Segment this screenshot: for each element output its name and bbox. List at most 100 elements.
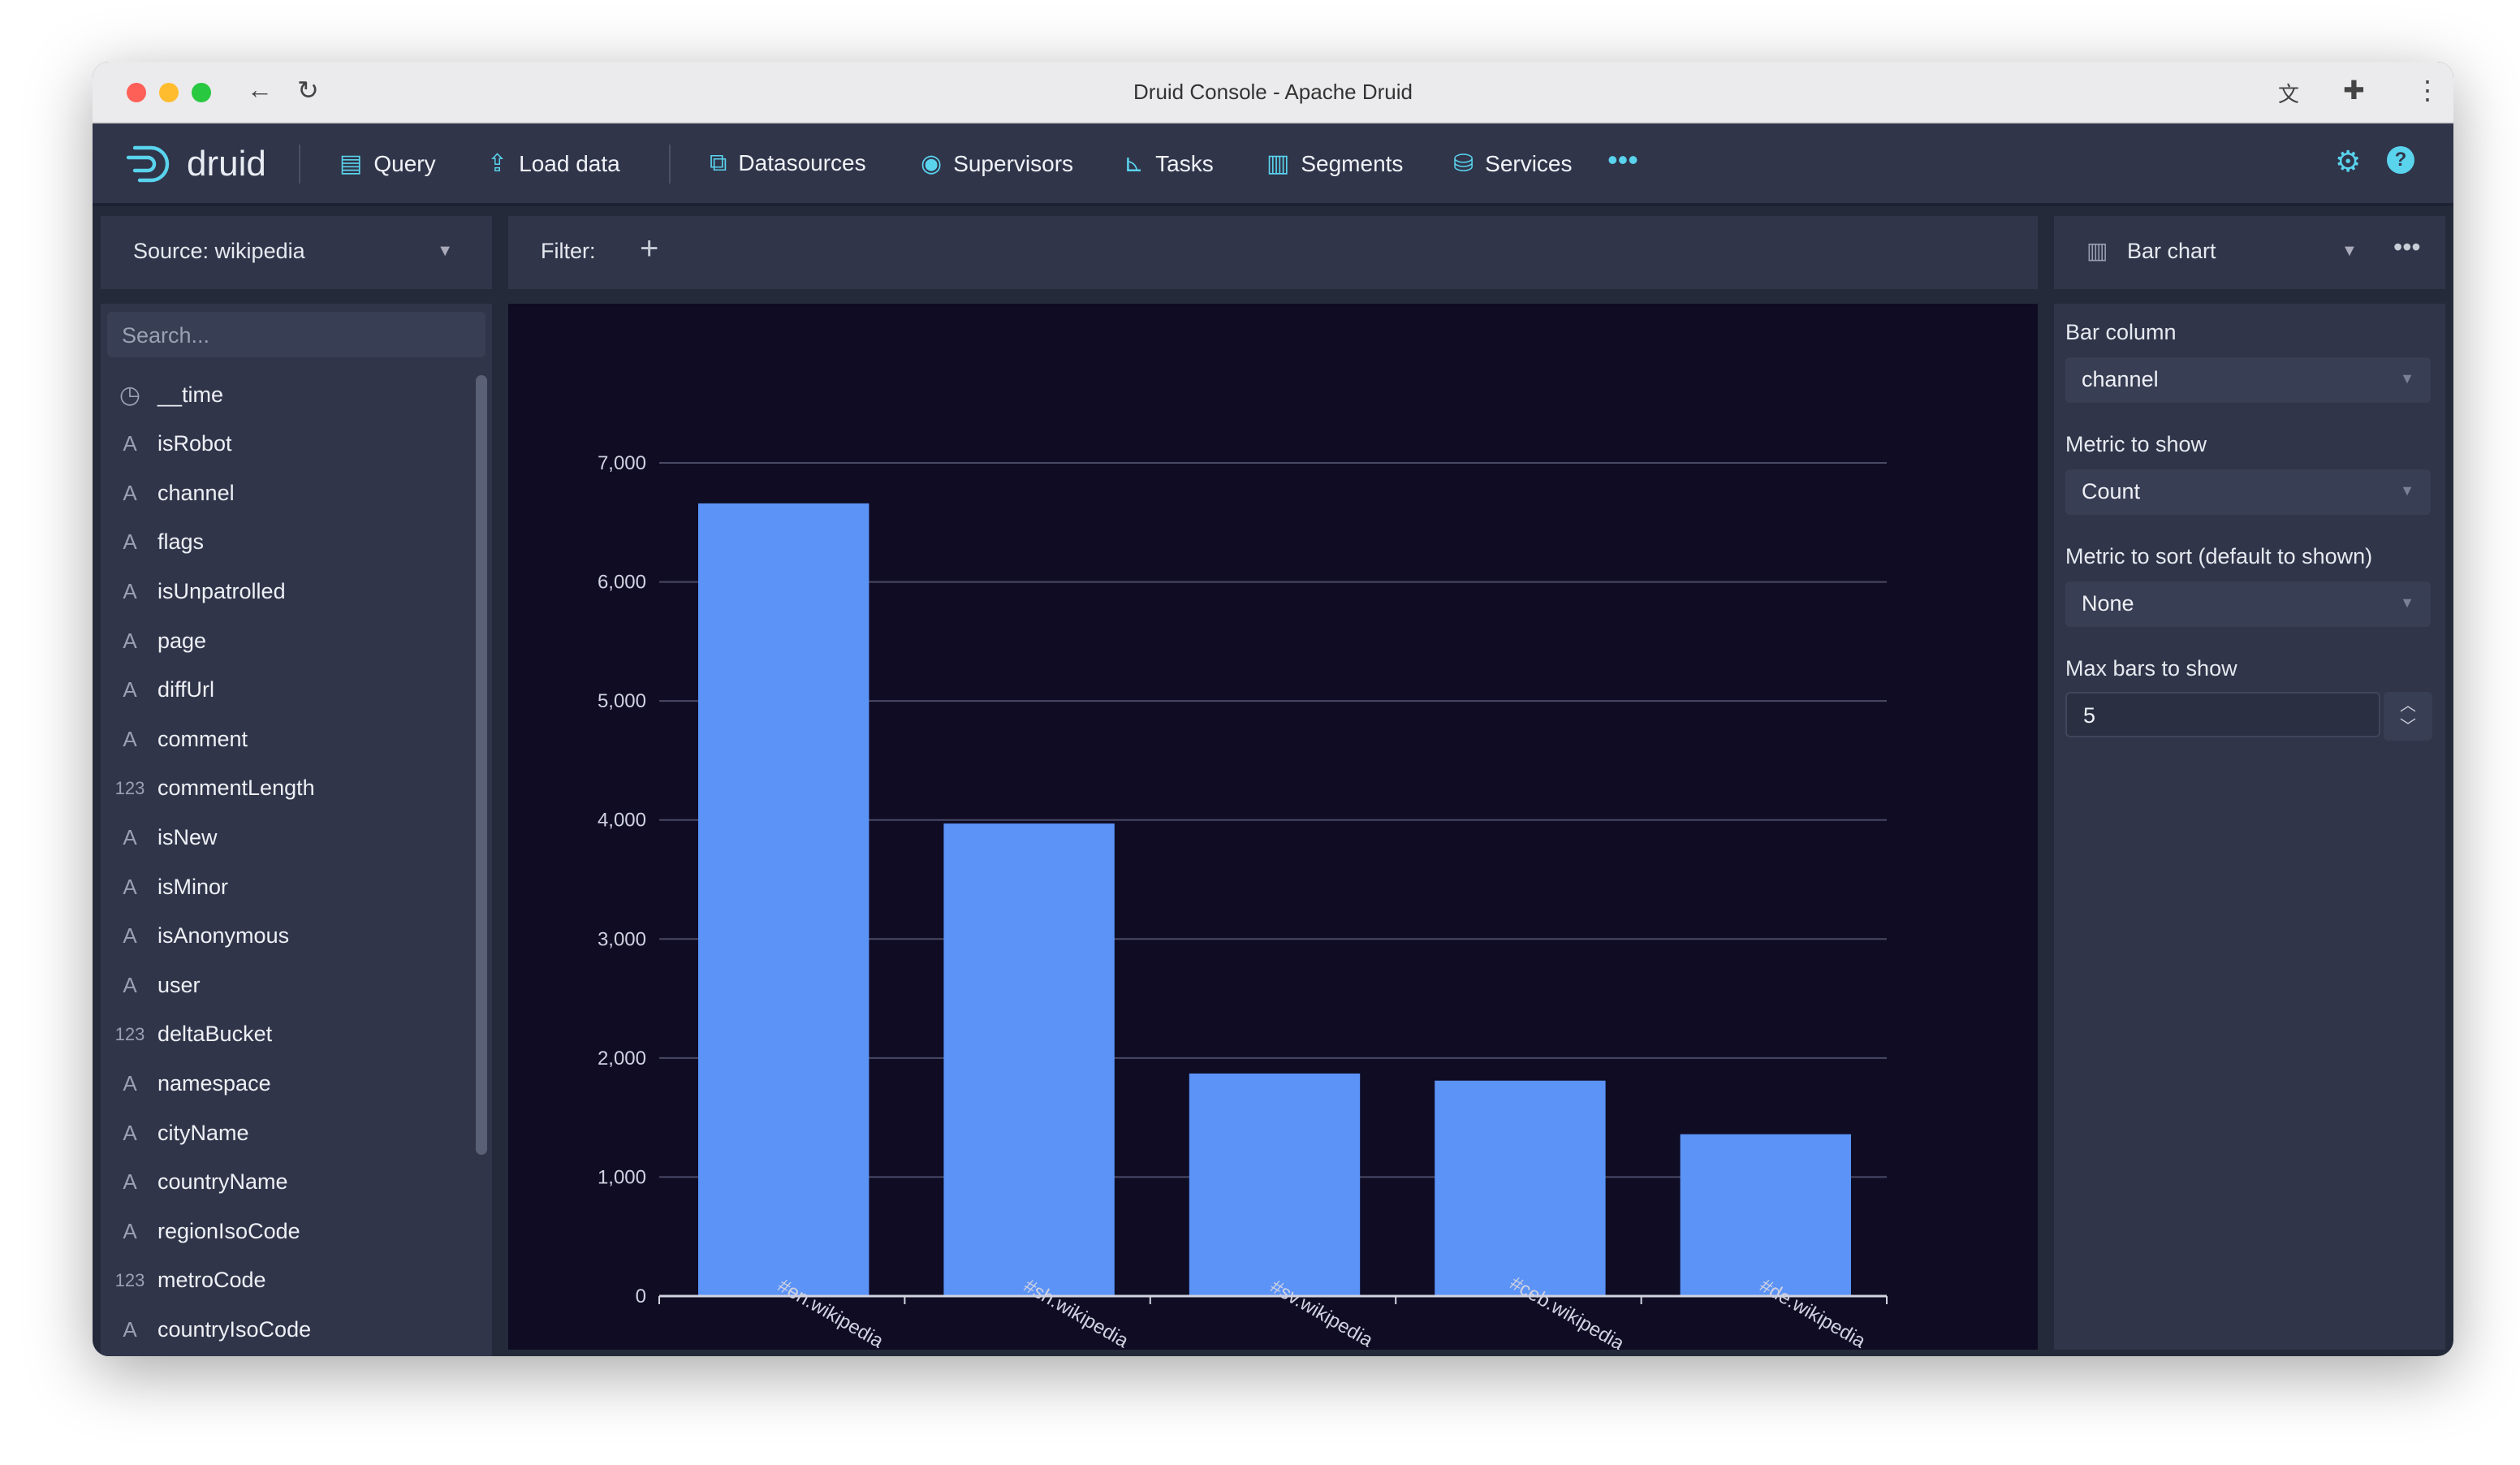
column-item[interactable]: Aflags bbox=[110, 518, 204, 567]
column-item[interactable]: ◷ __time bbox=[110, 370, 223, 419]
nav-segments[interactable]: ▥ Segments bbox=[1266, 149, 1403, 178]
string-type-icon: A bbox=[123, 874, 137, 899]
y-tick-label: 4,000 bbox=[598, 810, 646, 832]
column-item[interactable]: Auser bbox=[110, 961, 201, 1009]
nav-tasks[interactable]: ⊾ Tasks bbox=[1124, 149, 1214, 178]
column-name: flags bbox=[158, 529, 205, 555]
string-type-icon: A bbox=[123, 824, 137, 849]
y-tick-label: 0 bbox=[636, 1286, 646, 1307]
eye-icon: ◉ bbox=[921, 150, 943, 177]
column-item[interactable]: AisNew bbox=[110, 813, 217, 862]
column-name: regionIsoCode bbox=[158, 1218, 300, 1243]
database-icon: ⛁ bbox=[1453, 150, 1474, 177]
column-name: namespace bbox=[158, 1070, 271, 1096]
datasources-icon: ⧉ bbox=[710, 149, 727, 176]
decrement-icon[interactable]: ﹀ bbox=[2384, 716, 2432, 737]
nav-load-data[interactable]: ⇪ Load data bbox=[487, 149, 620, 178]
settings-icon[interactable]: ⚙ bbox=[2335, 145, 2361, 179]
bar-column-select[interactable]: channel ▼ bbox=[2065, 357, 2431, 403]
metric-select[interactable]: Count ▼ bbox=[2065, 469, 2431, 515]
druid-logo-icon bbox=[126, 145, 170, 183]
increment-icon[interactable]: ︿ bbox=[2384, 695, 2432, 716]
extensions-icon[interactable]: ✚ bbox=[2343, 75, 2365, 106]
druid-logo[interactable]: druid bbox=[125, 143, 266, 185]
string-type-icon: A bbox=[123, 1120, 137, 1145]
query-icon: ▤ bbox=[339, 150, 363, 177]
controls-panel: Bar column channel ▼ Metric to show Count… bbox=[2054, 304, 2445, 1350]
column-name: countryIsoCode bbox=[158, 1316, 312, 1342]
string-type-icon: A bbox=[123, 529, 137, 555]
column-item[interactable]: 123 commentLength bbox=[110, 764, 315, 813]
column-name: isMinor bbox=[158, 874, 229, 899]
string-type-icon: A bbox=[123, 1218, 137, 1243]
caret-down-icon: ▼ bbox=[2341, 242, 2358, 260]
column-item[interactable]: AcountryIsoCode bbox=[110, 1305, 311, 1354]
string-type-icon: A bbox=[123, 923, 137, 949]
string-type-icon: A bbox=[123, 1070, 137, 1096]
add-filter-icon[interactable]: + bbox=[640, 231, 658, 267]
column-item[interactable]: AisUnpatrolled bbox=[110, 567, 285, 616]
column-item[interactable]: AisAnonymous bbox=[110, 912, 289, 961]
caret-down-icon: ▼ bbox=[2400, 370, 2414, 387]
y-tick-label: 2,000 bbox=[598, 1048, 646, 1070]
source-selector[interactable]: Source: wikipedia ▼ bbox=[101, 216, 492, 289]
y-tick-label: 1,000 bbox=[598, 1166, 646, 1188]
nav-supervisors[interactable]: ◉ Supervisors bbox=[921, 149, 1073, 178]
sort-metric-select[interactable]: None ▼ bbox=[2065, 581, 2431, 627]
column-list-panel: Search... ◷ __time AisRobot Achannel Aflags A… bbox=[101, 304, 492, 1356]
bar-chart-icon: ▥ bbox=[2086, 238, 2108, 263]
column-item[interactable]: 123 deltaBucket bbox=[110, 1010, 272, 1059]
column-name: deltaBucket bbox=[158, 1022, 273, 1047]
chart-area: 0 1,000 2,000 3,000 4,000 5,000 6,000 7,000 #en.… bbox=[508, 304, 2038, 1355]
segments-icon: ▥ bbox=[1266, 150, 1290, 177]
column-item[interactable]: Achannel bbox=[110, 469, 235, 517]
bar bbox=[1435, 1080, 1606, 1296]
scrollbar[interactable] bbox=[476, 375, 487, 1155]
column-item[interactable]: AregionIsoCode bbox=[110, 1207, 300, 1255]
more-nav-icon[interactable]: ••• bbox=[1607, 143, 1638, 177]
string-type-icon: A bbox=[123, 726, 137, 751]
bar bbox=[943, 823, 1115, 1296]
search-input[interactable]: Search... bbox=[107, 312, 485, 357]
y-tick-label: 5,000 bbox=[598, 690, 646, 712]
string-type-icon: A bbox=[123, 677, 137, 702]
bar bbox=[1680, 1134, 1851, 1296]
string-type-icon: A bbox=[123, 431, 137, 456]
string-type-icon: A bbox=[123, 628, 137, 653]
title-bar: ← ↻ Druid Console - Apache Druid 文 ✚ ⋮ bbox=[93, 62, 2453, 123]
help-icon[interactable]: ? bbox=[2387, 146, 2414, 174]
more-options-icon[interactable]: ••• bbox=[2393, 232, 2421, 262]
max-bars-input[interactable]: 5 bbox=[2065, 692, 2380, 737]
column-item[interactable]: Apage bbox=[110, 616, 206, 665]
column-item[interactable]: 123 metroCode bbox=[110, 1256, 266, 1305]
column-name: user bbox=[158, 972, 201, 997]
column-name: commentLength bbox=[158, 776, 315, 801]
column-item[interactable]: Acomment bbox=[110, 715, 248, 763]
clock-icon: ◷ bbox=[119, 381, 141, 408]
column-name: countryName bbox=[158, 1169, 288, 1195]
y-tick-label: 3,000 bbox=[598, 928, 646, 950]
filter-bar: Filter: + bbox=[508, 216, 2038, 289]
upload-icon: ⇪ bbox=[487, 150, 508, 177]
column-item[interactable]: AcountryName bbox=[110, 1158, 288, 1207]
translate-icon[interactable]: 文 bbox=[2278, 78, 2299, 108]
max-bars-stepper[interactable]: ︿ ﹀ bbox=[2384, 692, 2432, 741]
column-item[interactable]: AdiffUrl bbox=[110, 666, 214, 715]
viz-selector[interactable]: ▥ Bar chart ▼ ••• bbox=[2054, 216, 2445, 289]
column-item[interactable]: AisMinor bbox=[110, 862, 228, 911]
column-item[interactable]: AisRobot bbox=[110, 420, 231, 469]
column-name: diffUrl bbox=[158, 677, 215, 702]
column-name: channel bbox=[158, 480, 235, 505]
menu-icon[interactable]: ⋮ bbox=[2414, 75, 2440, 106]
column-item[interactable]: AcityName bbox=[110, 1108, 248, 1157]
nav-services[interactable]: ⛁ Services bbox=[1453, 149, 1573, 178]
string-type-icon: A bbox=[123, 1316, 137, 1342]
caret-down-icon: ▼ bbox=[2400, 594, 2414, 611]
caret-down-icon: ▼ bbox=[437, 242, 453, 260]
column-item[interactable]: Anamespace bbox=[110, 1059, 271, 1108]
column-name: page bbox=[158, 628, 207, 653]
numeric-type-icon: 123 bbox=[114, 1269, 145, 1290]
nav-datasources[interactable]: ⧉ Datasources bbox=[710, 149, 866, 177]
tasks-icon: ⊾ bbox=[1124, 150, 1145, 177]
nav-query[interactable]: ▤ Query bbox=[339, 149, 436, 178]
